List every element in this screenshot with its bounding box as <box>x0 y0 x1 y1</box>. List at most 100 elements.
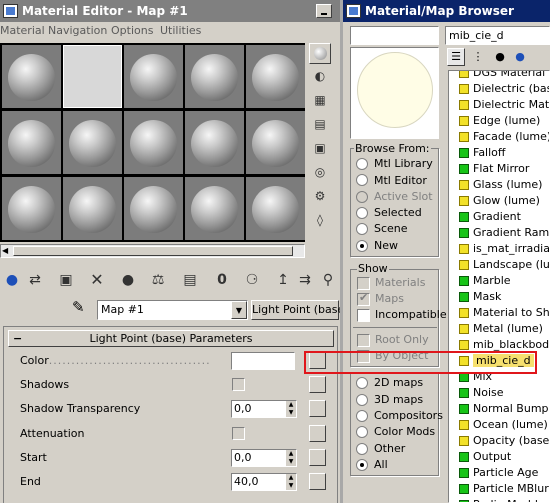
minimize-button[interactable] <box>316 4 332 18</box>
color-swatch[interactable] <box>231 352 295 370</box>
sample-slot[interactable] <box>2 111 61 174</box>
browse-mtl-library-label[interactable]: Mtl Library <box>374 157 433 170</box>
map-name-dropdown[interactable]: Map #1 ▼ <box>97 300 248 320</box>
filter-compositors-radio[interactable] <box>356 410 368 422</box>
selected-name-field[interactable]: mib_cie_d <box>445 26 550 45</box>
map-list-item[interactable]: DGS Material (3d <box>449 71 549 81</box>
spinner-arrows-icon[interactable]: ▲ ▼ <box>286 474 296 490</box>
view-large-icons-button[interactable]: ● <box>511 48 529 66</box>
copy-material-button[interactable]: ● <box>118 270 138 290</box>
show-incompatible-label[interactable]: Incompatible <box>375 308 447 321</box>
slot-scrollbar[interactable]: ◀ <box>0 244 305 258</box>
put-to-scene-button[interactable]: ⇄ <box>25 270 45 290</box>
filter-color-mods-radio[interactable] <box>356 426 368 438</box>
map-list-item[interactable]: Material to Shad <box>449 305 549 321</box>
start-map-button[interactable] <box>309 449 326 466</box>
browse-scene-label[interactable]: Scene <box>374 222 408 235</box>
browse-new-label[interactable]: New <box>374 239 398 252</box>
attenuation-checkbox[interactable] <box>232 427 245 440</box>
browser-search-input[interactable] <box>350 26 439 45</box>
options-button[interactable]: ⚙ <box>309 187 331 208</box>
map-list-item[interactable]: Output <box>449 449 549 465</box>
root-only-label[interactable]: Root Only <box>375 333 429 346</box>
sample-slot[interactable] <box>63 111 122 174</box>
root-only-checkbox[interactable] <box>357 334 370 347</box>
chevron-down-icon[interactable]: ▼ <box>231 301 247 319</box>
filter-other-label[interactable]: Other <box>374 442 405 455</box>
browser-titlebar[interactable]: Material/Map Browser <box>343 0 550 22</box>
show-materials-label[interactable]: Materials <box>375 276 425 289</box>
sample-slot[interactable] <box>2 45 61 108</box>
browse-mtl-editor-label[interactable]: Mtl Editor <box>374 174 427 187</box>
video-color-check-button[interactable]: ▣ <box>309 139 331 160</box>
spinner-arrows-icon[interactable]: ▲ ▼ <box>286 450 296 466</box>
filter-all-radio[interactable] <box>356 459 368 471</box>
filter-3d-maps-label[interactable]: 3D maps <box>374 393 423 406</box>
browse-active-slot-label[interactable]: Active Slot <box>374 190 433 203</box>
show-map-in-viewport-button[interactable]: ⚆ <box>242 270 262 290</box>
map-list-item[interactable]: Mask <box>449 289 549 305</box>
view-list-icons-button[interactable]: ⋮ <box>469 48 487 66</box>
map-list-item[interactable]: Falloff <box>449 145 549 161</box>
menu-options[interactable]: Options <box>111 22 153 40</box>
map-list-item[interactable]: Metal (lume) <box>449 321 549 337</box>
shadows-checkbox[interactable] <box>232 378 245 391</box>
sample-slot[interactable] <box>124 45 183 108</box>
map-list-item[interactable]: Flat Mirror <box>449 161 549 177</box>
sample-slot[interactable] <box>246 177 305 240</box>
map-type-button[interactable]: Light Point (base) <box>251 300 340 320</box>
spinner-arrows-icon[interactable]: ▲ ▼ <box>286 401 296 417</box>
material-editor-titlebar[interactable]: Material Editor - Map #1 <box>0 0 340 22</box>
sample-slot[interactable] <box>185 45 244 108</box>
sample-slot[interactable] <box>124 111 183 174</box>
menu-utilities[interactable]: Utilities <box>160 22 201 40</box>
show-maps-checkbox[interactable]: ✔ <box>357 291 370 306</box>
assign-to-selection-button[interactable]: ▣ <box>56 270 76 290</box>
map-list-item[interactable]: is_mat_irradiance <box>449 241 549 257</box>
browse-mtl-editor-radio[interactable] <box>356 174 368 186</box>
map-list-item[interactable]: Dielectric (base) <box>449 81 549 97</box>
filter-compositors-label[interactable]: Compositors <box>374 409 443 422</box>
show-maps-label[interactable]: Maps <box>375 292 404 305</box>
map-list-item[interactable]: Perlin Marble <box>449 497 549 502</box>
go-to-parent-button[interactable]: ↥ <box>273 270 293 290</box>
put-to-library-button[interactable]: ▤ <box>180 270 200 290</box>
reset-map-button[interactable]: ✕ <box>87 270 107 290</box>
map-list-item[interactable]: Marble <box>449 273 549 289</box>
sample-slot[interactable] <box>185 177 244 240</box>
sample-slot[interactable] <box>2 177 61 240</box>
sample-slot-active[interactable] <box>63 45 122 108</box>
material-id-channel-button[interactable]: 0 <box>212 270 232 290</box>
shadow-transparency-spinner[interactable]: 0,0 ▲ ▼ <box>231 400 297 418</box>
shadows-map-button[interactable] <box>309 376 326 393</box>
attenuation-map-button[interactable] <box>309 425 326 442</box>
filter-color-mods-label[interactable]: Color Mods <box>374 425 435 438</box>
sample-slot[interactable] <box>185 111 244 174</box>
filter-all-label[interactable]: All <box>374 458 388 471</box>
browse-selected-radio[interactable] <box>356 207 368 219</box>
sample-type-sphere-button[interactable] <box>309 43 331 64</box>
shadow-transparency-map-button[interactable] <box>309 400 326 417</box>
material-map-navigator-button[interactable]: ⚲ <box>318 270 338 290</box>
map-list-item[interactable]: Glow (lume) <box>449 193 549 209</box>
map-list[interactable]: DGS Material (3d Dielectric (base) Dielect… <box>448 70 550 503</box>
make-preview-button[interactable]: ◎ <box>309 163 331 184</box>
filter-other-radio[interactable] <box>356 443 368 455</box>
select-by-material-button[interactable]: ◊ <box>309 211 331 232</box>
browse-mtl-library-radio[interactable] <box>356 158 368 170</box>
filter-3d-maps-radio[interactable] <box>356 394 368 406</box>
eyedropper-icon[interactable]: ✎ <box>72 298 85 316</box>
go-forward-sibling-button[interactable]: ⇉ <box>295 270 315 290</box>
browse-selected-label[interactable]: Selected <box>374 206 422 219</box>
map-list-item[interactable]: Particle MBlur <box>449 481 549 497</box>
backlight-button[interactable]: ◐ <box>309 67 331 88</box>
show-incompatible-checkbox[interactable] <box>357 309 370 322</box>
map-list-item[interactable]: Facade (lume) <box>449 129 549 145</box>
map-list-item[interactable]: Noise <box>449 385 549 401</box>
scroll-thumb[interactable] <box>13 246 293 256</box>
menu-navigation[interactable]: Navigation <box>48 22 107 40</box>
sample-slot[interactable] <box>124 177 183 240</box>
map-list-item[interactable]: Edge (lume) <box>449 113 549 129</box>
map-list-item[interactable]: Ocean (lume) <box>449 417 549 433</box>
map-list-item[interactable]: Particle Age <box>449 465 549 481</box>
